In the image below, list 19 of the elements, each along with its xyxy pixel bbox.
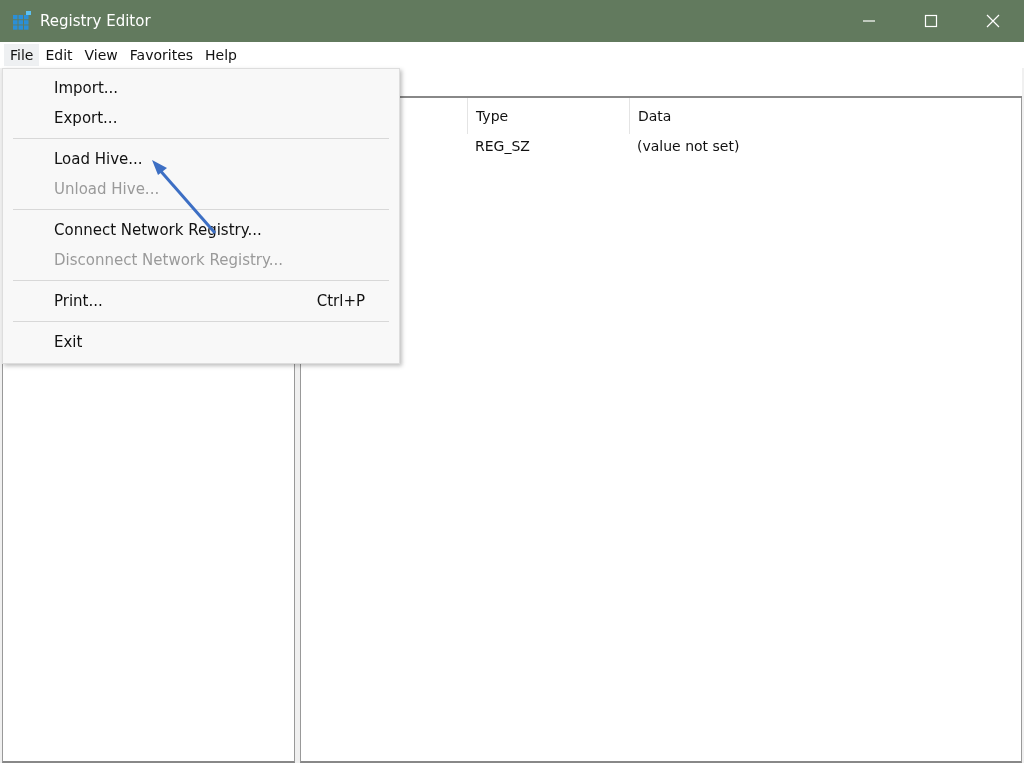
menu-entry[interactable]: Connect Network Registry... [3,215,399,245]
table-cell-text: (value not set) [636,138,741,154]
column-header[interactable]: Data [629,98,1021,134]
menu-item[interactable]: View [78,44,124,66]
registry-icon [12,11,32,31]
menu-entry[interactable]: Print... Ctrl+P [3,286,399,316]
maximize-icon[interactable] [924,14,938,28]
menu-item[interactable]: Help [199,44,243,66]
menu-item[interactable]: Edit [39,44,79,66]
menu-entry[interactable]: Exit [3,327,399,357]
menu-entry[interactable]: Import... [3,73,399,103]
close-icon[interactable] [986,14,1000,28]
window-title: Registry Editor [40,12,151,30]
menu-entry[interactable]: Load Hive... [3,144,399,174]
table-cell-text: REG_SZ [474,138,531,154]
column-header[interactable]: Type [467,98,629,134]
menu-item[interactable]: Favorites [123,44,200,66]
menu-entry[interactable]: Export... [3,103,399,133]
menu-item[interactable]: File [4,44,40,66]
